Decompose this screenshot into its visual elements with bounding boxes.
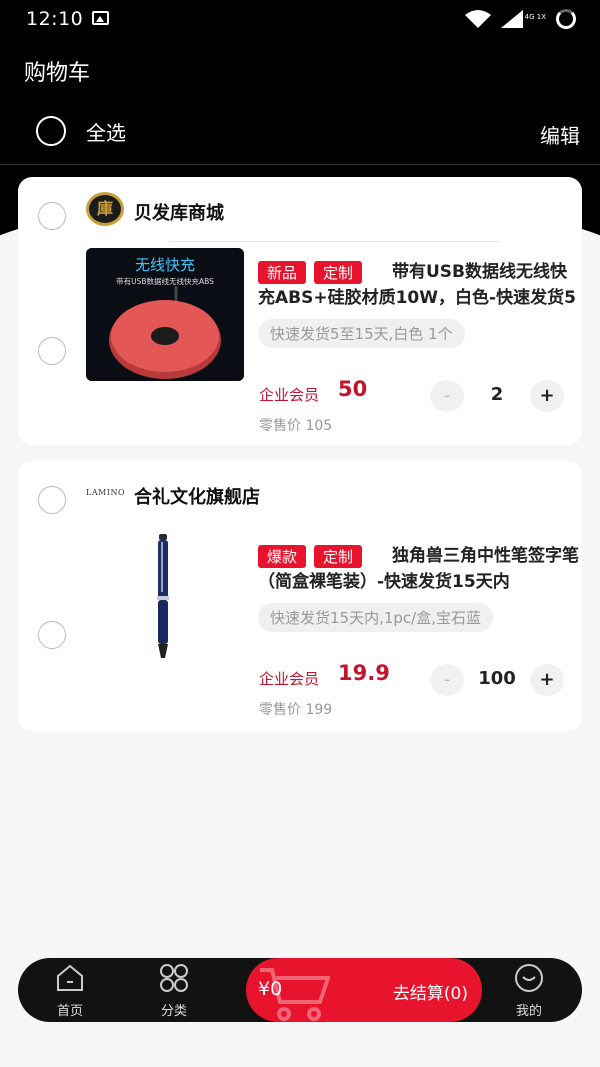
- store-card: LAMINO 合礼文化旗舰店 爆款 定制 独角兽三角中性笔签字笔（简盒裸笔装）-…: [18, 461, 582, 731]
- decrease-button[interactable]: -: [430, 380, 464, 412]
- quantity-stepper: - 100 +: [430, 664, 564, 696]
- increase-button[interactable]: +: [530, 380, 564, 412]
- bottom-navigation: 首页 分类 ¥0 去结算(0) 我的: [18, 958, 582, 1022]
- quantity-value[interactable]: 2: [464, 384, 530, 405]
- signal-icon: [500, 10, 523, 28]
- nav-category-label: 分类: [160, 1004, 187, 1019]
- member-price: 50: [338, 377, 368, 401]
- nav-home-label: 首页: [56, 1004, 83, 1019]
- select-all[interactable]: 全选: [36, 116, 126, 146]
- nav-home[interactable]: 首页: [40, 958, 100, 1022]
- store-logo: 庫: [86, 192, 124, 226]
- store-logo: LAMINO: [86, 476, 125, 510]
- product-title[interactable]: 带有USB数据线无线快充ABS+硅胶材质10W，白色-快速发货5至15天: [258, 259, 582, 311]
- page-title: 购物车: [24, 61, 91, 86]
- home-icon: [57, 964, 83, 991]
- store-logo-mark: LAMINO: [86, 488, 125, 497]
- status-bar: 12:10 4G 1X: [0, 0, 600, 38]
- store-card: 庫 贝发库商城 无线快充 带有USB数据线无线快充ABS 新品 定制 带有USB…: [18, 177, 582, 445]
- store-select-radio[interactable]: [38, 202, 66, 230]
- store-name[interactable]: 合礼文化旗舰店: [134, 483, 260, 509]
- increase-button[interactable]: +: [530, 664, 564, 696]
- item-select-radio[interactable]: [38, 621, 66, 649]
- store-select-radio[interactable]: [38, 486, 66, 514]
- product-spec[interactable]: 快速发货5至15天,白色 1个: [258, 319, 465, 348]
- product-image-headline: 无线快充: [135, 256, 195, 274]
- product-image[interactable]: 无线快充 带有USB数据线无线快充ABS: [86, 248, 244, 381]
- checkout-button[interactable]: 去结算(0): [393, 979, 468, 1004]
- decrease-button[interactable]: -: [430, 664, 464, 696]
- divider: [170, 241, 500, 242]
- checkout-bar: ¥0 去结算(0): [246, 958, 482, 1022]
- retail-price: 零售价 105: [259, 418, 333, 434]
- member-price-label: 企业会员: [259, 670, 320, 688]
- nav-me[interactable]: 我的: [499, 958, 559, 1022]
- nav-me-label: 我的: [515, 1004, 542, 1019]
- retail-price: 零售价 199: [259, 702, 333, 718]
- profile-icon: [515, 964, 543, 992]
- header-divider: [0, 164, 600, 165]
- select-all-radio[interactable]: [36, 116, 66, 146]
- product-title[interactable]: 独角兽三角中性笔签字笔（简盒裸笔装）-快速发货15天内: [258, 543, 582, 595]
- nav-category[interactable]: 分类: [144, 958, 204, 1022]
- member-price: 19.9: [338, 661, 390, 685]
- edit-button[interactable]: 编辑: [540, 120, 580, 149]
- total-price: ¥0: [258, 978, 283, 1000]
- store-logo-mark: 庫: [86, 192, 124, 226]
- quantity-value[interactable]: 100: [464, 668, 530, 689]
- status-time: 12:10: [26, 8, 84, 30]
- product-spec[interactable]: 快速发货15天内,1pc/盒,宝石蓝: [258, 603, 493, 632]
- category-icon: [160, 964, 188, 992]
- member-price-label: 企业会员: [259, 386, 320, 404]
- pen-image: [86, 532, 244, 665]
- quantity-stepper: - 2 +: [430, 380, 564, 412]
- item-select-radio[interactable]: [38, 337, 66, 365]
- battery-icon: [556, 9, 576, 29]
- gallery-notification-icon: [92, 11, 109, 25]
- wifi-icon: [464, 10, 491, 28]
- select-all-label: 全选: [86, 120, 126, 145]
- product-image-caption: 带有USB数据线无线快充ABS: [116, 276, 214, 286]
- store-name[interactable]: 贝发库商城: [134, 199, 224, 225]
- product-image[interactable]: [86, 532, 244, 665]
- wireless-charger-image: 无线快充 带有USB数据线无线快充ABS: [86, 248, 244, 381]
- network-type: 4G 1X: [524, 13, 546, 21]
